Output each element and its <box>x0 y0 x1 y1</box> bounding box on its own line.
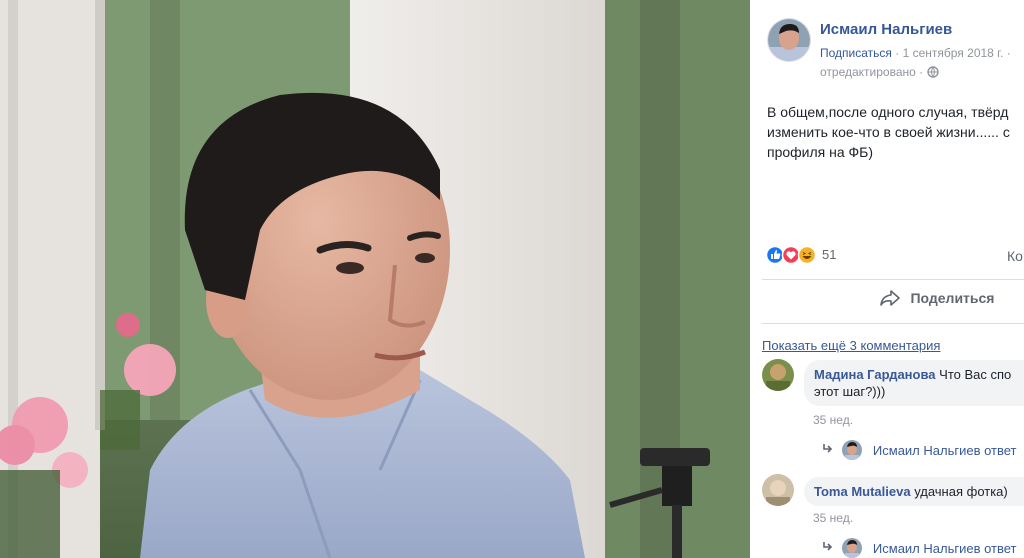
post-meta: Подписаться · 1 сентября 2018 г. · <box>820 46 1011 60</box>
comment-reply-row[interactable]: Исмаил Нальгиев ответ <box>822 440 1017 460</box>
post-panel: Исмаил Нальгиев Подписаться · 1 сентября… <box>750 0 1024 558</box>
commenter-name[interactable]: Toma Mutalieva <box>814 484 911 499</box>
post-date[interactable]: 1 сентября 2018 г. <box>903 46 1004 60</box>
reactions-summary[interactable] <box>765 245 822 265</box>
reply-author: Исмаил Нальгиев ответ <box>872 443 1017 458</box>
post-author-name[interactable]: Исмаил Нальгиев <box>820 21 952 38</box>
post-text-line: В общем,после одного случая, твёрд <box>767 104 1009 120</box>
post-text: В общем,после одного случая, твёрд измен… <box>767 102 1010 162</box>
post-edited: отредактировано · <box>820 65 939 81</box>
commenter-name[interactable]: Мадина Гарданова <box>814 367 936 382</box>
subscribe-link[interactable]: Подписаться <box>820 46 892 60</box>
post-text-line: профиля на ФБ) <box>767 144 874 160</box>
comment-bubble: Мадина Гарданова Что Вас спо этот шаг?))… <box>804 360 1024 406</box>
haha-reaction-icon <box>797 245 817 265</box>
reply-arrow-icon <box>822 442 834 456</box>
like-reaction-icon <box>765 245 785 265</box>
author-avatar[interactable] <box>767 18 811 62</box>
comment-time[interactable]: 35 нед. <box>813 413 853 427</box>
comment-reply-row[interactable]: Исмаил Нальгиев ответ <box>822 538 1017 558</box>
comments-count-link[interactable]: Ко <box>1007 248 1023 264</box>
share-icon <box>880 289 900 312</box>
edited-label[interactable]: отредактировано <box>820 65 916 79</box>
commenter-avatar[interactable] <box>762 359 794 391</box>
show-more-comments-link[interactable]: Показать ещё 3 комментария <box>762 338 940 353</box>
reply-avatar <box>842 440 863 460</box>
meta-dot: · <box>895 46 900 60</box>
comment-bubble: Toma Mutalieva удачная фотка) <box>804 477 1024 506</box>
commenter-avatar[interactable] <box>762 474 794 506</box>
reply-author: Исмаил Нальгиев ответ <box>872 541 1017 556</box>
comment-time[interactable]: 35 нед. <box>813 511 853 525</box>
divider <box>762 323 1024 324</box>
comment-text: Что Вас спо <box>939 367 1012 382</box>
comment-text: удачная фотка) <box>914 484 1008 499</box>
divider <box>762 279 1024 280</box>
love-reaction-icon <box>781 245 801 265</box>
reaction-count[interactable]: 51 <box>822 247 836 262</box>
privacy-globe-icon[interactable] <box>926 66 939 81</box>
meta-dot: · <box>1006 46 1011 60</box>
share-label: Поделиться <box>910 290 995 306</box>
photo-image <box>0 0 750 558</box>
comment-text-cont: этот шаг?))) <box>814 384 886 399</box>
reply-avatar <box>842 538 863 558</box>
reply-arrow-icon <box>822 540 834 554</box>
post-text-line: изменить кое-что в своей жизни...... с <box>767 124 1010 140</box>
meta-dot: · <box>919 65 924 79</box>
post-photo[interactable] <box>0 0 750 558</box>
share-button[interactable]: Поделиться <box>880 289 994 311</box>
